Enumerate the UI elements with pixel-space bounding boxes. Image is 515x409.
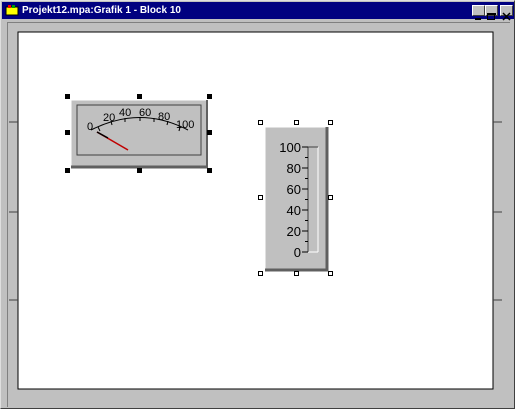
mdi-client-area: 0 20 40 60 80 100 100 80 60 40 20 0 bbox=[7, 22, 510, 407]
resize-handle[interactable] bbox=[65, 130, 70, 135]
resize-handle[interactable] bbox=[207, 94, 212, 99]
app-window: Projekt12.mpa:Grafik 1 - Block 10 0 20 4… bbox=[0, 0, 515, 409]
close-icon bbox=[502, 12, 511, 21]
resize-handle[interactable] bbox=[258, 271, 263, 276]
resize-handle[interactable] bbox=[137, 168, 142, 173]
resize-handle[interactable] bbox=[328, 195, 333, 200]
meter-label-60: 60 bbox=[139, 107, 151, 119]
meter-label-100: 100 bbox=[176, 119, 194, 131]
meter-label-0: 0 bbox=[87, 121, 93, 133]
analog-meter[interactable]: 0 20 40 60 80 100 bbox=[70, 99, 208, 169]
graphic-editor-canvas[interactable]: 0 20 40 60 80 100 100 80 60 40 20 0 bbox=[8, 23, 511, 408]
resize-handle[interactable] bbox=[207, 168, 212, 173]
resize-handle[interactable] bbox=[328, 271, 333, 276]
bar-label-0: 0 bbox=[294, 245, 301, 260]
resize-handle[interactable] bbox=[137, 94, 142, 99]
resize-handle[interactable] bbox=[258, 120, 263, 125]
bar-label-80: 80 bbox=[287, 161, 301, 176]
resize-handle[interactable] bbox=[328, 120, 333, 125]
bar-gauge[interactable]: 100 80 60 40 20 0 bbox=[264, 126, 329, 272]
resize-handle[interactable] bbox=[294, 271, 299, 276]
resize-handle[interactable] bbox=[65, 168, 70, 173]
resize-handle[interactable] bbox=[258, 195, 263, 200]
meter-label-40: 40 bbox=[119, 107, 131, 119]
title-bar[interactable]: Projekt12.mpa:Grafik 1 - Block 10 bbox=[2, 2, 514, 21]
resize-handle[interactable] bbox=[294, 120, 299, 125]
minimize-button[interactable] bbox=[472, 5, 485, 20]
app-icon[interactable] bbox=[5, 4, 19, 16]
bar-gauge-track bbox=[308, 147, 318, 252]
close-button[interactable] bbox=[500, 5, 513, 21]
bar-label-60: 60 bbox=[287, 182, 301, 197]
window-title: Projekt12.mpa:Grafik 1 - Block 10 bbox=[22, 5, 181, 16]
bar-label-100: 100 bbox=[279, 140, 301, 155]
drawing-sheet[interactable] bbox=[17, 31, 494, 390]
meter-label-20: 20 bbox=[103, 112, 115, 124]
maximize-button[interactable] bbox=[485, 5, 498, 20]
minimize-icon bbox=[475, 18, 481, 20]
resize-handle[interactable] bbox=[207, 130, 212, 135]
bar-label-40: 40 bbox=[287, 203, 301, 218]
bar-label-20: 20 bbox=[287, 224, 301, 239]
resize-handle[interactable] bbox=[65, 94, 70, 99]
meter-label-80: 80 bbox=[158, 111, 170, 123]
maximize-icon bbox=[487, 13, 496, 20]
